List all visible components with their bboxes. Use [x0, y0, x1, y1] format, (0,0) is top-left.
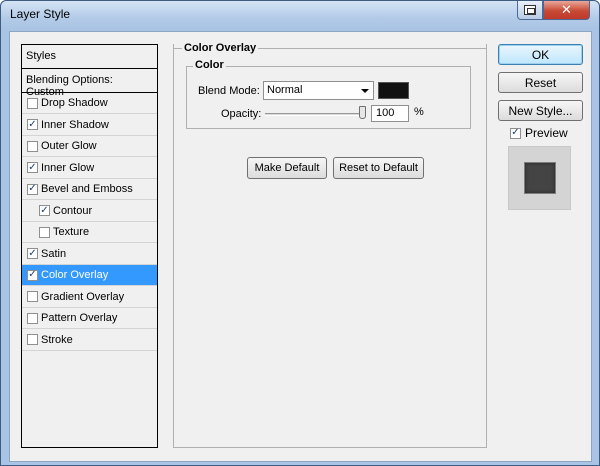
style-item-texture[interactable]: Texture — [22, 222, 157, 243]
style-item-contour[interactable]: ✓ Contour — [22, 201, 157, 222]
style-checkbox[interactable]: ✓ — [27, 183, 38, 195]
ok-button[interactable]: OK — [498, 44, 583, 65]
style-item-label: Drop Shadow — [41, 97, 108, 109]
style-item-label: Satin — [41, 247, 67, 260]
opacity-label: Opacity: — [221, 108, 262, 120]
style-item-label: Pattern Overlay — [41, 312, 118, 324]
preview-thumbnail — [523, 162, 556, 194]
style-checkbox[interactable]: ✓ — [27, 162, 38, 173]
opacity-slider-track[interactable] — [265, 113, 363, 116]
opacity-unit: % — [414, 106, 424, 118]
style-item-label: Gradient Overlay — [41, 290, 125, 303]
layer-style-dialog: Layer Style ✕ Styles Blending Options: C… — [0, 0, 600, 466]
style-checkbox[interactable] — [39, 226, 50, 238]
style-checkbox[interactable] — [27, 97, 38, 109]
preview-checkbox[interactable]: ✓ — [510, 127, 521, 139]
color-overlay-panel: Color Overlay Color Blend Mode: Normal O… — [173, 42, 487, 448]
opacity-slider-thumb[interactable] — [359, 106, 366, 119]
style-item-drop-shadow[interactable]: Drop Shadow — [22, 93, 157, 114]
style-checkbox[interactable]: ✓ — [27, 119, 38, 130]
new-style-button[interactable]: New Style... — [498, 100, 583, 121]
blending-options-item[interactable]: Blending Options: Custom — [22, 69, 157, 98]
style-item-label: Color Overlay — [41, 269, 109, 281]
style-preview — [508, 146, 571, 210]
style-item-outer-glow[interactable]: Outer Glow — [22, 136, 157, 157]
window-title: Layer Style — [10, 7, 71, 21]
style-item-label: Stroke — [41, 333, 73, 346]
dialog-client-area: Styles Blending Options: Custom Drop Sha… — [9, 31, 592, 462]
preview-label: Preview — [525, 126, 568, 140]
style-item-pattern-overlay[interactable]: Pattern Overlay — [22, 308, 157, 329]
style-item-inner-glow[interactable]: ✓ Inner Glow — [22, 158, 157, 179]
color-group: Color Blend Mode: Normal Opacity: 100 % — [186, 59, 471, 129]
style-item-gradient-overlay[interactable]: Gradient Overlay — [22, 287, 157, 308]
styles-header[interactable]: Styles — [22, 45, 157, 69]
new-style-label: New Style... — [508, 103, 573, 118]
preview-toggle[interactable]: ✓ Preview — [510, 126, 568, 140]
color-group-title: Color — [193, 59, 226, 71]
opacity-input[interactable]: 100 — [371, 105, 409, 122]
style-checkbox[interactable] — [27, 291, 38, 302]
style-item-label: Inner Glow — [41, 161, 95, 174]
style-item-label: Texture — [53, 226, 90, 238]
style-item-bevel-and-emboss[interactable]: ✓ Bevel and Emboss — [22, 179, 157, 200]
style-checkbox[interactable]: ✓ — [39, 205, 50, 216]
close-button[interactable]: ✕ — [543, 1, 590, 20]
style-item-satin[interactable]: ✓ Satin — [22, 244, 157, 265]
blend-mode-select[interactable]: Normal — [263, 81, 374, 100]
restore-button[interactable] — [517, 1, 543, 20]
style-checkbox[interactable] — [27, 140, 38, 152]
make-default-button[interactable]: Make Default — [247, 157, 327, 179]
style-item-label: Outer Glow — [41, 140, 97, 152]
chevron-down-icon — [361, 89, 369, 93]
style-item-stroke[interactable]: Stroke — [22, 330, 157, 351]
style-checkbox[interactable]: ✓ — [27, 248, 38, 259]
blend-mode-value: Normal — [267, 84, 303, 96]
style-item-color-overlay[interactable]: ✓ Color Overlay — [22, 265, 157, 286]
blend-mode-label: Blend Mode: — [198, 85, 260, 97]
title-bar[interactable]: Layer Style ✕ — [1, 1, 599, 29]
style-item-label: Bevel and Emboss — [41, 183, 133, 195]
style-checkbox[interactable] — [27, 334, 38, 345]
reset-to-default-button[interactable]: Reset to Default — [333, 157, 424, 179]
style-item-inner-shadow[interactable]: ✓ Inner Shadow — [22, 115, 157, 136]
overlay-color-swatch[interactable] — [378, 82, 409, 99]
style-item-label: Inner Shadow — [41, 118, 109, 131]
styles-list: Styles Blending Options: Custom Drop Sha… — [21, 44, 158, 448]
style-checkbox[interactable] — [27, 312, 38, 324]
restore-icon — [524, 5, 536, 15]
style-checkbox[interactable]: ✓ — [27, 269, 38, 281]
color-overlay-title: Color Overlay — [182, 42, 259, 54]
style-item-label: Contour — [53, 204, 93, 217]
reset-button[interactable]: Reset — [498, 72, 583, 93]
close-icon: ✕ — [561, 2, 572, 17]
